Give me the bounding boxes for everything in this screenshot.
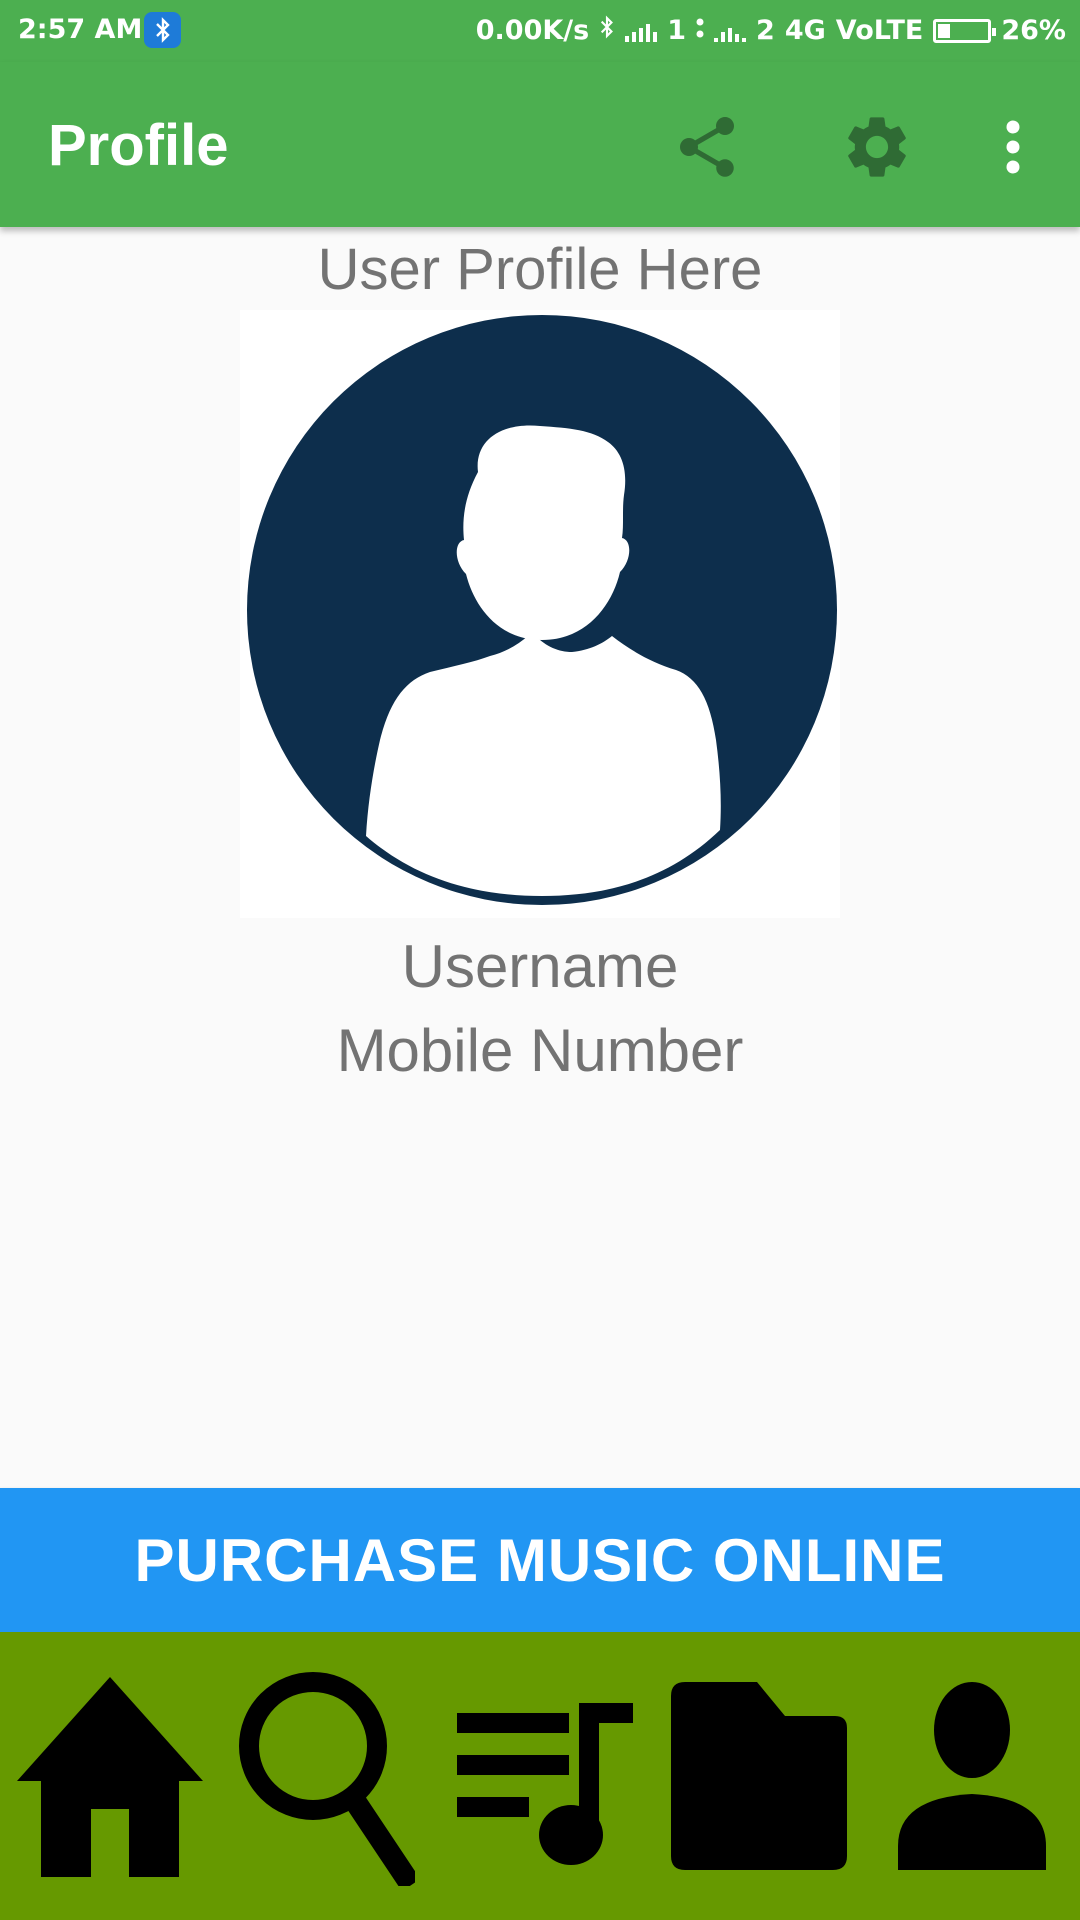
home-icon[interactable] <box>10 1632 210 1920</box>
folder-icon[interactable] <box>660 1632 860 1920</box>
purchase-music-button[interactable]: PURCHASE MUSIC ONLINE <box>0 1488 1080 1632</box>
settings-icon[interactable] <box>832 102 922 192</box>
network-type: 4G <box>784 15 826 46</box>
dual-sim-icon <box>696 15 704 46</box>
battery-percent: 26% <box>1001 15 1066 46</box>
person-icon[interactable] <box>872 1632 1072 1920</box>
person-avatar-icon <box>247 315 837 905</box>
search-icon[interactable] <box>225 1632 425 1920</box>
username-label: Username <box>401 933 679 1000</box>
page-title: Profile <box>48 113 229 178</box>
sim2-label: 2 <box>756 15 775 46</box>
mobile-number-label: Mobile Number <box>336 1017 744 1084</box>
bluetooth-notification-icon <box>144 12 181 48</box>
volte-label: VoLTE <box>835 15 924 46</box>
network-speed: 0.00K/s <box>475 15 590 46</box>
section-title: User Profile Here <box>317 237 763 302</box>
status-bar: 2:57 AM 0.00K/s 1 2 4G VoLTE 26% <box>0 0 1080 62</box>
status-time: 2:57 AM <box>18 14 143 45</box>
battery-icon <box>933 18 997 43</box>
signal-icon-2 <box>714 20 747 42</box>
playlist-icon[interactable] <box>445 1632 645 1920</box>
bluetooth-icon <box>599 14 615 47</box>
share-icon[interactable] <box>662 102 752 192</box>
sim1-label: 1 <box>667 15 687 46</box>
bottom-navigation <box>0 1632 1080 1920</box>
signal-icon <box>625 20 658 42</box>
more-vert-icon[interactable] <box>968 102 1058 192</box>
app-bar: Profile <box>0 62 1080 227</box>
avatar <box>240 310 840 918</box>
